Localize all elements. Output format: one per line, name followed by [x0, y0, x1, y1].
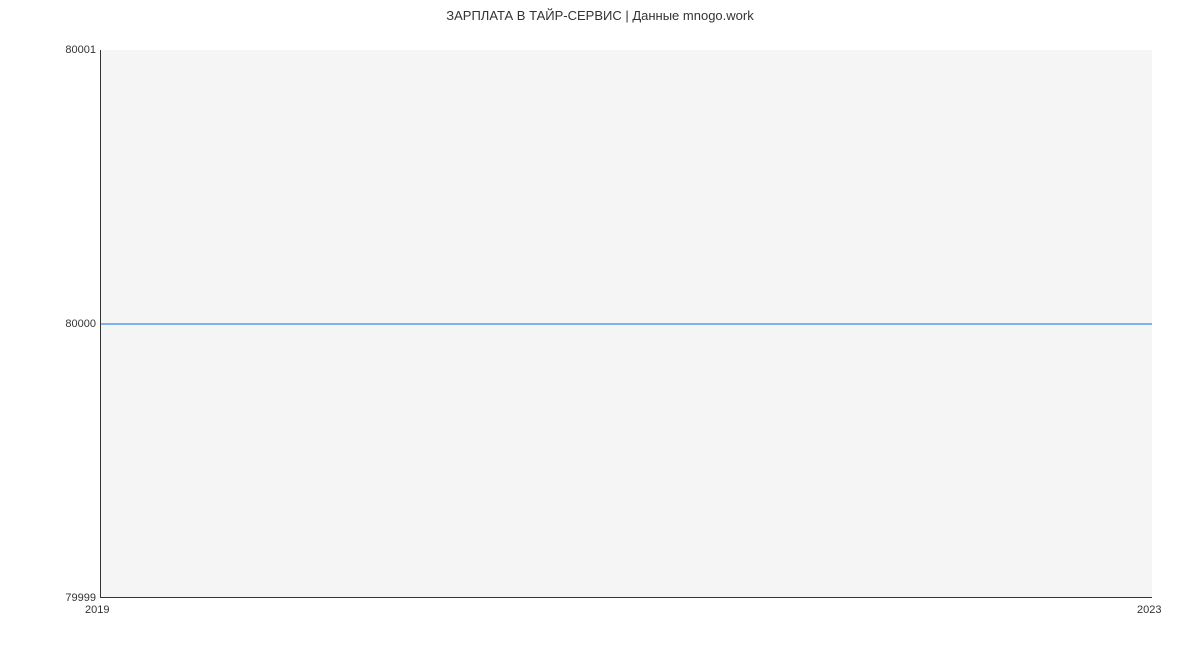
- x-tick-label: 2023: [1137, 604, 1161, 616]
- chart-title: ЗАРПЛАТА В ТАЙР-СЕРВИС | Данные mnogo.wo…: [0, 8, 1200, 23]
- y-tick-label: 80000: [65, 318, 96, 330]
- y-tick-label: 80001: [65, 44, 96, 56]
- plot-area: [100, 50, 1152, 598]
- data-line: [101, 323, 1152, 325]
- x-tick-label: 2019: [85, 604, 109, 616]
- y-tick-label: 79999: [65, 592, 96, 604]
